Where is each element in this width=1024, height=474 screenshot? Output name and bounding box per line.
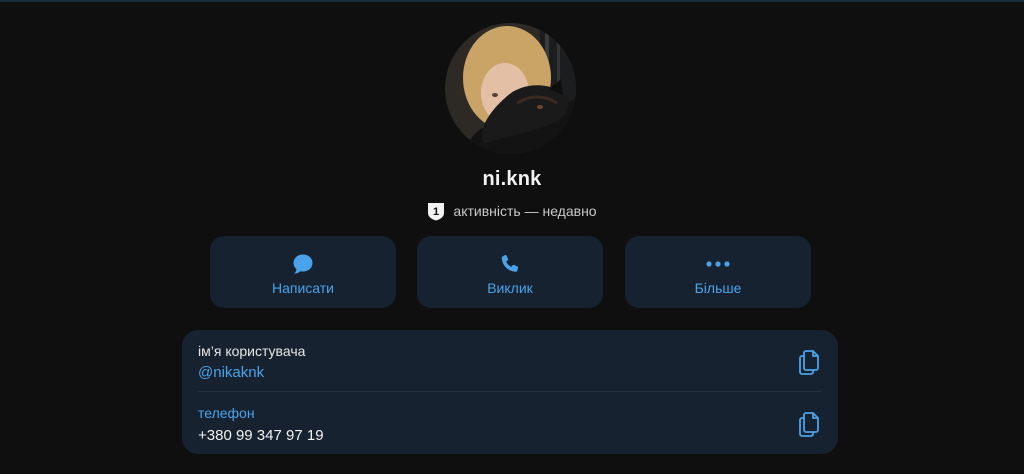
- profile-avatar[interactable]: [445, 23, 576, 154]
- more-button[interactable]: Більше: [625, 236, 811, 308]
- username-caption: ім’я користувача: [198, 343, 306, 359]
- call-button-label: Виклик: [487, 280, 533, 296]
- username-row[interactable]: ім’я користувача @nikaknk: [182, 330, 838, 392]
- status-badge-number: 1: [433, 206, 439, 218]
- copy-username-icon[interactable]: [798, 349, 822, 375]
- phone-icon: [501, 254, 519, 272]
- more-dots-icon: [706, 261, 730, 267]
- avatar-photo: [445, 23, 576, 154]
- call-button[interactable]: Виклик: [417, 236, 603, 308]
- window-top-border: [0, 0, 1024, 2]
- phone-row[interactable]: телефон +380 99 347 97 19: [182, 392, 838, 454]
- message-button-label: Написати: [271, 280, 334, 296]
- phone-caption: телефон: [198, 405, 255, 421]
- phone-value[interactable]: +380 99 347 97 19: [198, 427, 324, 444]
- message-button[interactable]: Написати: [210, 236, 396, 308]
- action-buttons: Написати Виклик Більше: [210, 236, 811, 308]
- profile-info-card: ім’я користувача @nikaknk телефон +380 9…: [182, 330, 838, 454]
- username-value[interactable]: @nikaknk: [198, 364, 264, 381]
- more-button-label: Більше: [694, 280, 742, 296]
- last-seen-text: активність — недавно: [453, 203, 597, 219]
- profile-status: 1 активність — недавно: [0, 201, 1024, 221]
- profile-display-name: ni.knk: [482, 168, 542, 190]
- copy-phone-icon[interactable]: [798, 411, 822, 437]
- shield-badge-icon: 1: [428, 203, 445, 221]
- chat-bubble-icon: [293, 254, 313, 274]
